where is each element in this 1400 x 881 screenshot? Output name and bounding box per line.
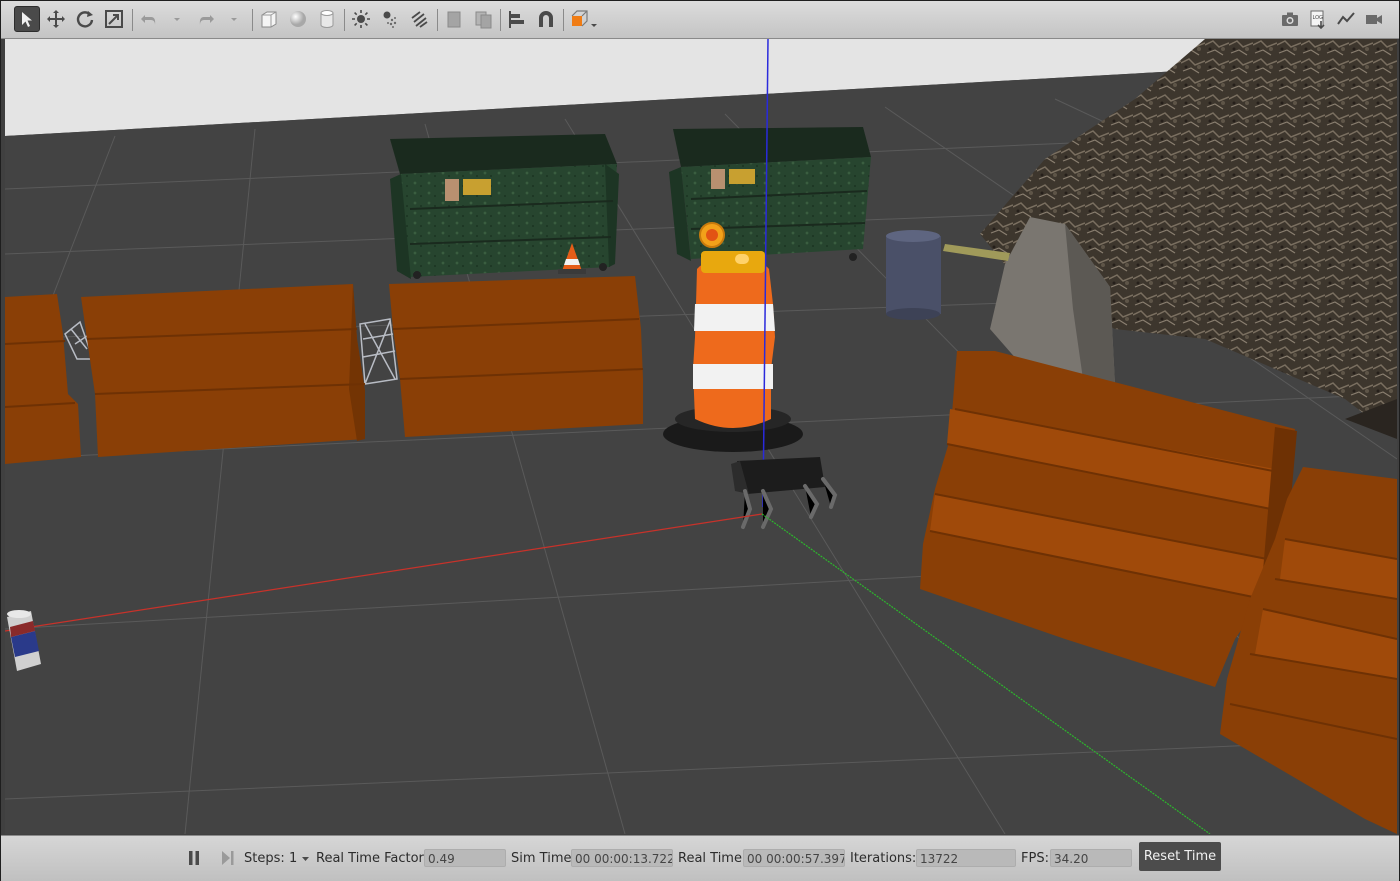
- toolbar: LOG: [1, 1, 1399, 39]
- undo-history-caret-icon[interactable]: [172, 14, 182, 24]
- real-time-value: 00 00:00:57.397: [743, 849, 845, 867]
- snap-icon[interactable]: [533, 6, 559, 32]
- simulation-status-bar: Steps: 1 Real Time Factor: 0.49 Sim Time…: [1, 835, 1399, 881]
- barrier-center: [389, 276, 644, 437]
- iterations-value: 13722: [916, 849, 1016, 867]
- sphere-shape-icon[interactable]: [285, 6, 311, 32]
- grey-cylinder: [886, 236, 941, 314]
- fps-label: FPS:: [1021, 851, 1049, 866]
- paste-icon[interactable]: [470, 6, 496, 32]
- scale-mode-icon[interactable]: [101, 6, 127, 32]
- translate-mode-icon[interactable]: [43, 6, 69, 32]
- reset-time-button[interactable]: Reset Time: [1139, 842, 1221, 871]
- step-icon[interactable]: [219, 849, 237, 867]
- steps-value: 1: [289, 851, 298, 866]
- rotate-mode-icon[interactable]: [72, 6, 98, 32]
- steps-dropdown[interactable]: 1: [289, 851, 310, 866]
- dumpster-left: [390, 134, 619, 279]
- point-light-icon[interactable]: [348, 6, 374, 32]
- barrier-left: [81, 284, 366, 457]
- redo-icon[interactable]: [193, 6, 219, 32]
- screenshot-icon[interactable]: [1277, 6, 1303, 32]
- align-icon[interactable]: [504, 6, 530, 32]
- select-mode-icon[interactable]: [14, 6, 40, 32]
- chevron-down-icon: [302, 857, 310, 861]
- real-time-label: Real Time:: [678, 851, 747, 866]
- fps-value: 34.20: [1050, 849, 1132, 867]
- iterations-label: Iterations:: [850, 851, 917, 866]
- scene-render[interactable]: [5, 39, 1397, 834]
- redo-history-caret-icon[interactable]: [229, 14, 239, 24]
- view-angle-caret-icon[interactable]: [589, 21, 599, 31]
- spot-light-icon[interactable]: [377, 6, 403, 32]
- real-time-factor-label: Real Time Factor:: [316, 851, 429, 866]
- box-shape-icon[interactable]: [256, 6, 282, 32]
- steps-label: Steps:: [244, 851, 285, 866]
- undo-icon[interactable]: [136, 6, 162, 32]
- pause-icon[interactable]: [185, 849, 203, 867]
- real-time-factor-value: 0.49: [424, 849, 506, 867]
- log-icon[interactable]: LOG: [1305, 6, 1331, 32]
- copy-icon[interactable]: [441, 6, 467, 32]
- sim-time-label: Sim Time:: [511, 851, 576, 866]
- record-video-icon[interactable]: [1361, 6, 1387, 32]
- sim-time-value: 00 00:00:13.722: [571, 849, 673, 867]
- 3d-viewport[interactable]: [5, 39, 1397, 834]
- cylinder-shape-icon[interactable]: [314, 6, 340, 32]
- svg-text:LOG: LOG: [1313, 15, 1324, 21]
- plot-icon[interactable]: [1333, 6, 1359, 32]
- gazebo-window: LOG Steps: 1 Real Time Factor: 0.49 Sim …: [0, 0, 1400, 881]
- directional-light-icon[interactable]: [406, 6, 432, 32]
- dumpster-right: [669, 127, 871, 261]
